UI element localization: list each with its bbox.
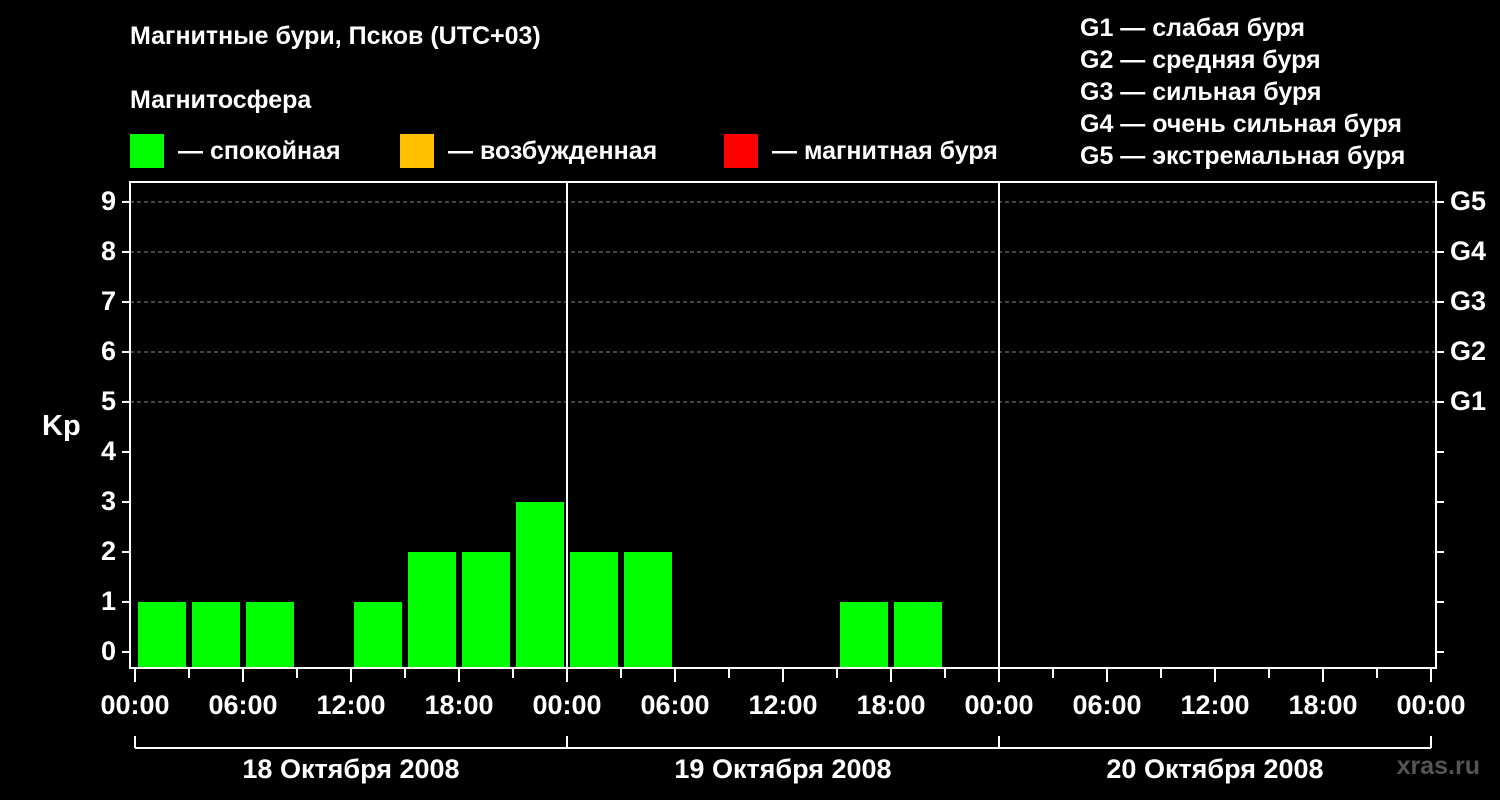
- day-label-0: 18 Октября 2008: [242, 754, 459, 784]
- y-tick-label-9: 9: [101, 186, 116, 216]
- y-tick-label-0: 0: [101, 636, 116, 666]
- y-tick-label-2: 2: [101, 536, 116, 566]
- kp-bar-4: [354, 602, 402, 668]
- y-tick-label-4: 4: [101, 436, 116, 466]
- plot-frame: [129, 181, 1437, 669]
- y-tick-label-3: 3: [101, 486, 116, 516]
- kp-bar-9: [624, 552, 672, 668]
- day-label-1: 19 Октября 2008: [674, 754, 891, 784]
- x-tick-label-9: 06:00: [1072, 690, 1141, 720]
- x-tick-label-6: 12:00: [748, 690, 817, 720]
- x-tick-label-5: 06:00: [640, 690, 709, 720]
- x-tick-label-7: 18:00: [856, 690, 925, 720]
- day-label-2: 20 Октября 2008: [1106, 754, 1323, 784]
- kp-bar-1: [192, 602, 240, 668]
- g-level-label-g2: G2: [1450, 336, 1486, 366]
- kp-bar-5: [408, 552, 456, 668]
- x-tick-label-4: 00:00: [532, 690, 601, 720]
- y-tick-label-6: 6: [101, 336, 116, 366]
- kp-bar-chart: 0 1 2 3 4 5 6 7 8 9 G1 G2 G3 G4 G5 00:00 06:00 12:00 18:00…: [100, 181, 1486, 784]
- g-level-label-g5: G5: [1450, 186, 1486, 216]
- kp-bar-0: [138, 602, 186, 668]
- kp-bar-14: [894, 602, 942, 668]
- x-tick-label-3: 18:00: [424, 690, 493, 720]
- x-tick-label-1: 06:00: [208, 690, 277, 720]
- y-tick-label-1: 1: [101, 586, 116, 616]
- kp-bar-8: [570, 552, 618, 668]
- x-tick-label-12: 00:00: [1396, 690, 1465, 720]
- x-tick-label-11: 18:00: [1288, 690, 1357, 720]
- x-tick-label-2: 12:00: [316, 690, 385, 720]
- g-level-label-g1: G1: [1450, 386, 1486, 416]
- g-level-label-g4: G4: [1450, 236, 1486, 266]
- y-tick-label-7: 7: [101, 286, 116, 316]
- x-tick-label-10: 12:00: [1180, 690, 1249, 720]
- kp-bar-7: [516, 502, 564, 668]
- kp-bar-13: [840, 602, 888, 668]
- y-tick-label-5: 5: [101, 386, 116, 416]
- g-level-label-g3: G3: [1450, 286, 1486, 316]
- x-tick-label-8: 00:00: [964, 690, 1033, 720]
- kp-bar-6: [462, 552, 510, 668]
- kp-bar-2: [246, 602, 294, 668]
- x-tick-label-0: 00:00: [100, 690, 169, 720]
- y-tick-label-8: 8: [101, 236, 116, 266]
